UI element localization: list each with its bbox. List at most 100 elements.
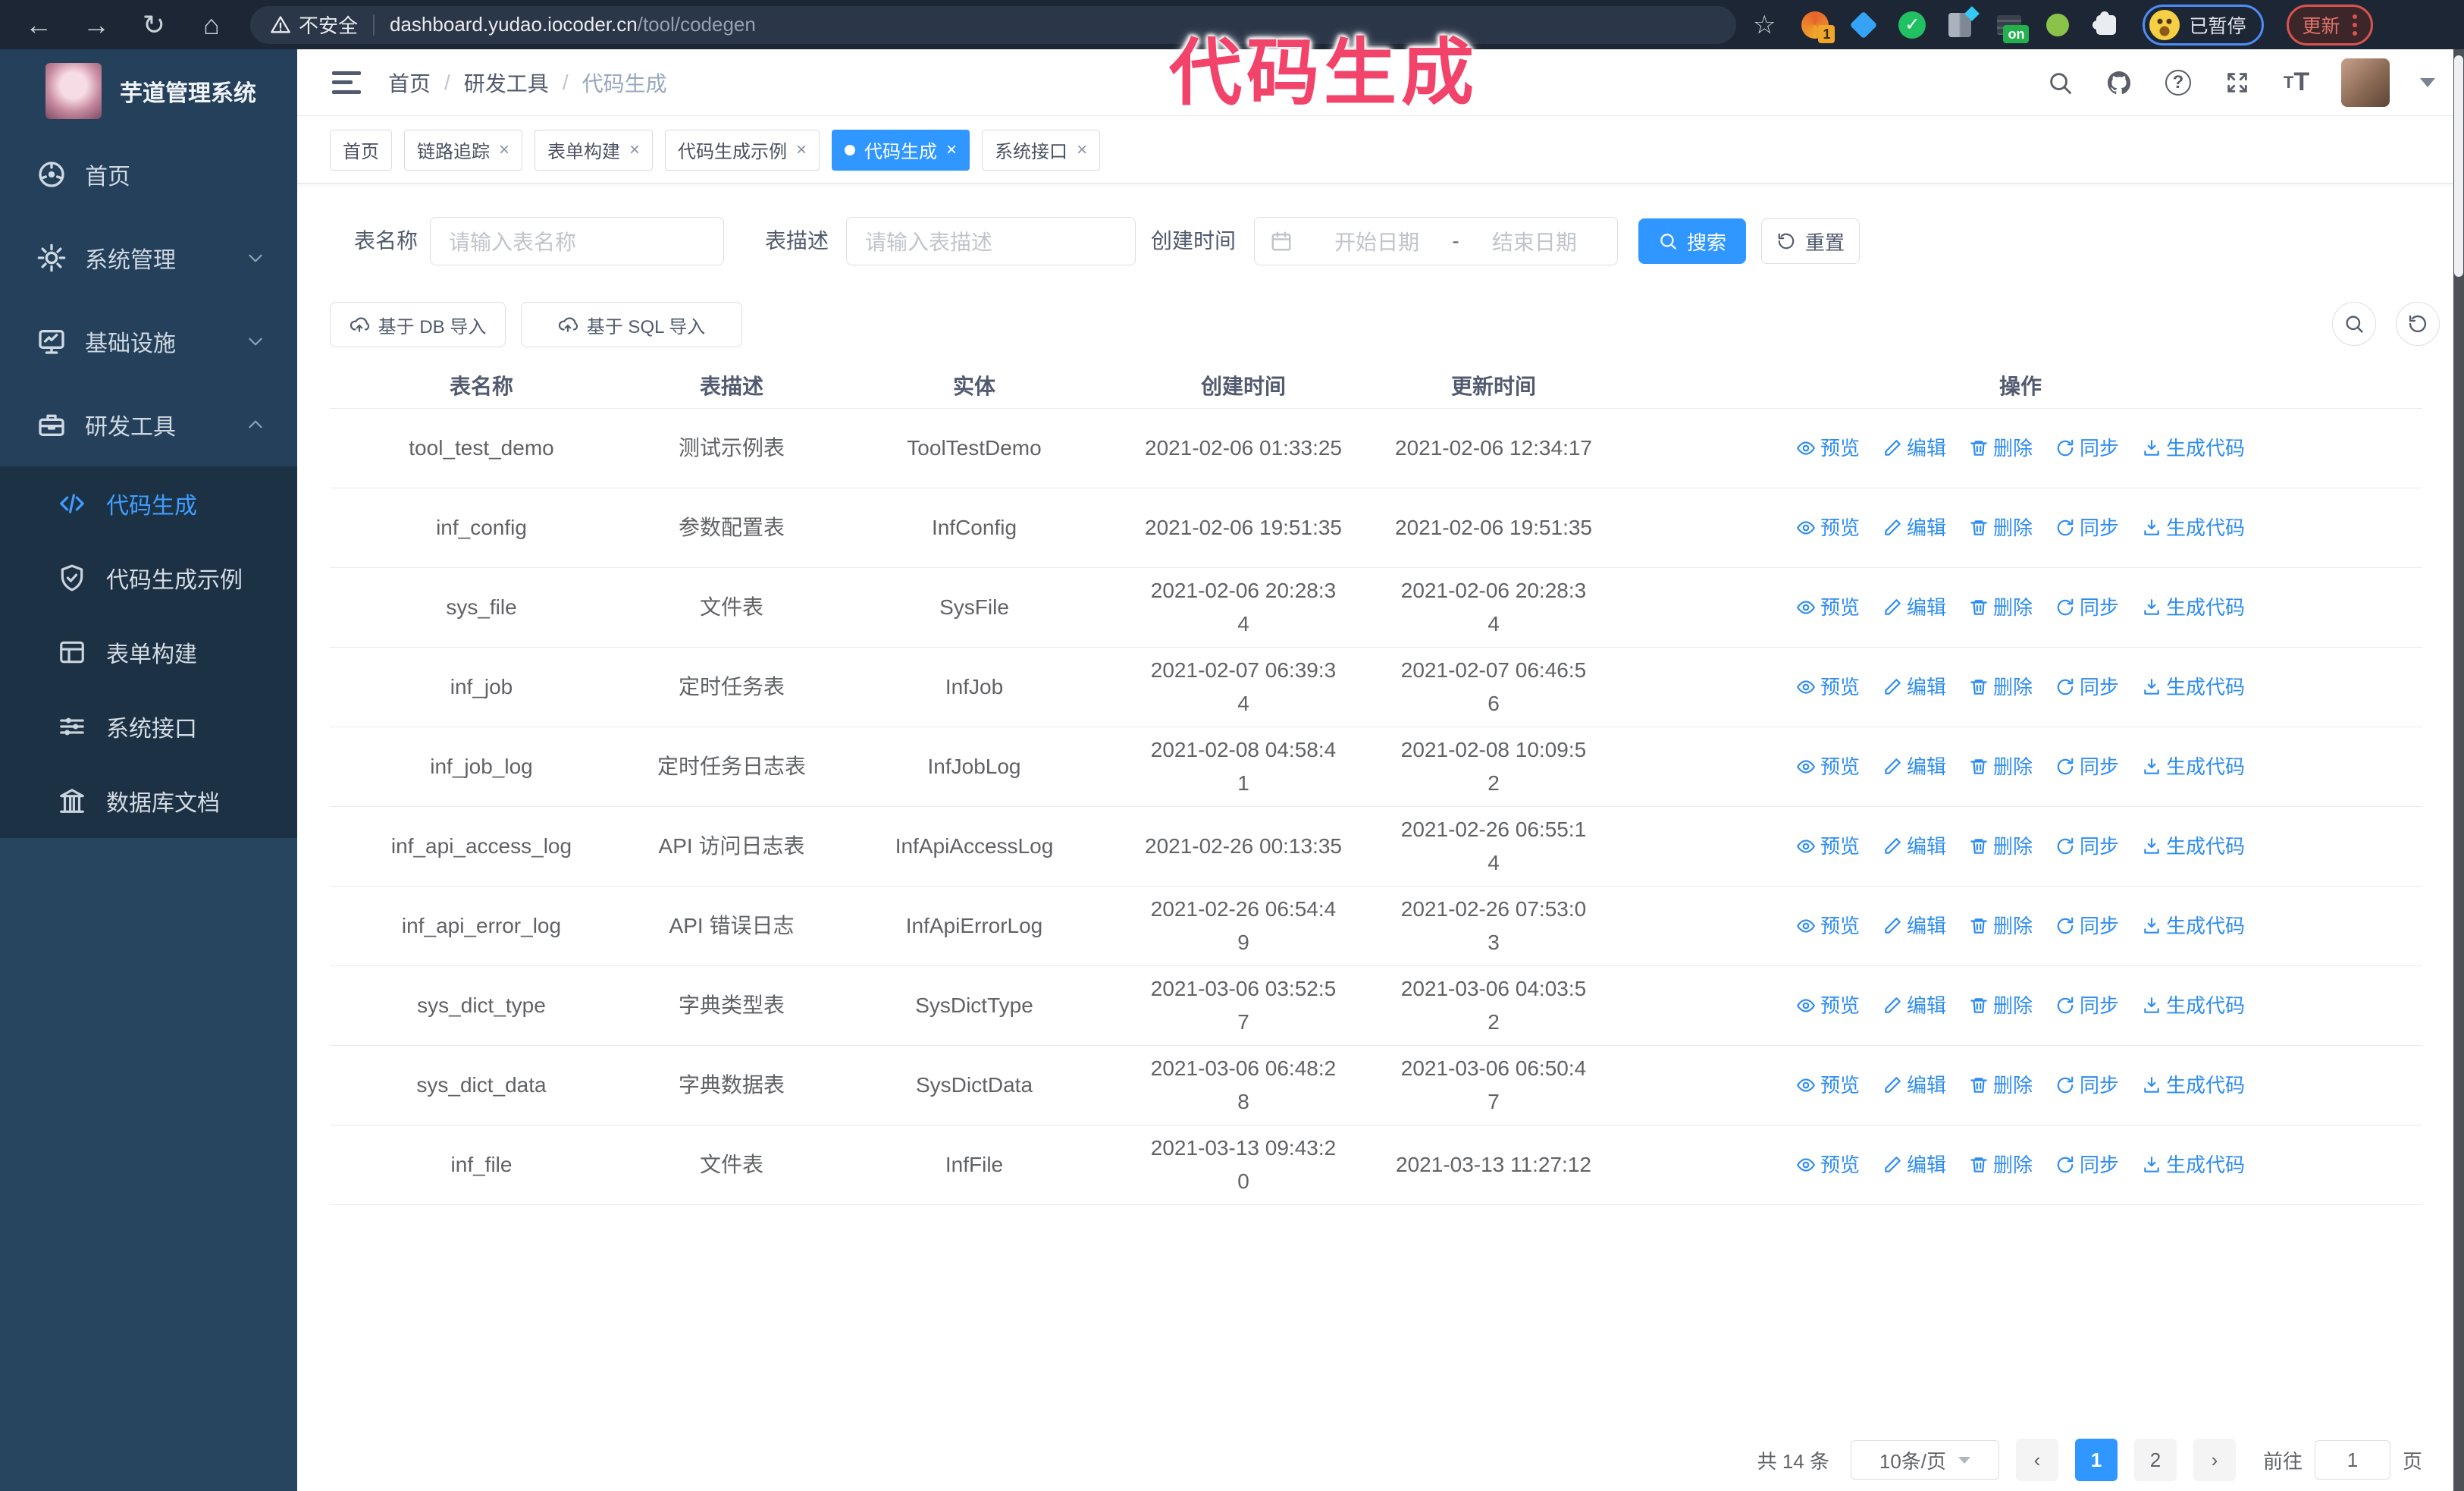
action-sync[interactable]: 同步	[2055, 511, 2119, 545]
bookmark-star-icon[interactable]: ☆	[1753, 10, 1776, 40]
forward-icon[interactable]: →	[79, 8, 114, 42]
tab-close-icon[interactable]: ×	[499, 140, 509, 161]
action-sync[interactable]: 同步	[2055, 670, 2119, 704]
action-sync[interactable]: 同步	[2055, 591, 2119, 624]
prev-page-button[interactable]: ‹	[2015, 1439, 2058, 1481]
action-edit[interactable]: 编辑	[1882, 909, 1946, 943]
search-button[interactable]: 搜索	[1638, 218, 1746, 264]
date-end-input[interactable]: 结束日期	[1467, 226, 1602, 256]
tab-代码生成[interactable]: 代码生成 ×	[832, 129, 970, 171]
show-search-toggle-button[interactable]	[2332, 302, 2376, 346]
action-delete[interactable]: 删除	[1969, 670, 2033, 704]
home-nav-icon[interactable]: ⌂	[194, 8, 229, 42]
address-bar[interactable]: 不安全 dashboard.yudao.iocoder.cn/tool/code…	[250, 5, 1736, 44]
hamburger-icon[interactable]	[332, 71, 361, 94]
avatar-caret-down-icon[interactable]	[2420, 77, 2435, 87]
table-desc-input[interactable]: 请输入表描述	[846, 217, 1136, 265]
action-delete[interactable]: 删除	[1969, 989, 2033, 1022]
action-sync[interactable]: 同步	[2055, 432, 2119, 465]
action-eye[interactable]: 预览	[1796, 1148, 1860, 1182]
refresh-table-button[interactable]	[2396, 302, 2440, 346]
action-sync[interactable]: 同步	[2055, 750, 2119, 783]
page-button-1[interactable]: 1	[2074, 1439, 2118, 1481]
extension-icon[interactable]	[1947, 5, 1980, 39]
scrollbar-thumb[interactable]	[2454, 55, 2463, 277]
action-edit[interactable]: 编辑	[1882, 511, 1946, 545]
action-edit[interactable]: 编辑	[1882, 1069, 1946, 1102]
sidebar-item-gear[interactable]: 系统管理	[0, 216, 297, 300]
tab-首页[interactable]: 首页	[330, 129, 392, 171]
sidebar-item-toolbox[interactable]: 研发工具	[0, 383, 297, 466]
action-delete[interactable]: 删除	[1969, 750, 2033, 783]
action-download[interactable]: 生成代码	[2142, 1069, 2245, 1102]
extension-icon[interactable]	[2044, 11, 2071, 39]
puzzle-extensions-icon[interactable]	[2093, 11, 2120, 39]
browser-menu-icon[interactable]	[2352, 14, 2357, 36]
action-sync[interactable]: 同步	[2055, 1069, 2119, 1102]
action-eye[interactable]: 预览	[1796, 989, 1860, 1022]
breadcrumb-item[interactable]: 研发工具	[464, 67, 549, 98]
submenu-item-shield-check[interactable]: 代码生成示例	[0, 541, 297, 615]
action-download[interactable]: 生成代码	[2142, 989, 2245, 1022]
action-edit[interactable]: 编辑	[1882, 989, 1946, 1022]
action-delete[interactable]: 删除	[1969, 591, 2033, 624]
tab-close-icon[interactable]: ×	[946, 140, 957, 161]
action-eye[interactable]: 预览	[1796, 909, 1860, 943]
sidebar-item-home[interactable]: 首页	[0, 133, 297, 216]
page-scrollbar[interactable]	[2453, 49, 2464, 1491]
action-edit[interactable]: 编辑	[1882, 432, 1946, 465]
breadcrumb-item[interactable]: 首页	[388, 67, 431, 98]
tab-表单构建[interactable]: 表单构建 ×	[534, 129, 654, 171]
action-download[interactable]: 生成代码	[2142, 1148, 2245, 1182]
action-edit[interactable]: 编辑	[1882, 1148, 1946, 1182]
font-size-icon[interactable]: TT	[2282, 67, 2311, 97]
reset-button[interactable]: 重置	[1761, 218, 1860, 264]
action-edit[interactable]: 编辑	[1882, 670, 1946, 704]
fullscreen-icon[interactable]	[2223, 68, 2252, 97]
action-sync[interactable]: 同步	[2055, 830, 2119, 863]
submenu-item-sliders[interactable]: 系统接口	[0, 689, 297, 764]
action-sync[interactable]: 同步	[2055, 909, 2119, 943]
action-eye[interactable]: 预览	[1796, 750, 1860, 783]
search-icon[interactable]	[2045, 68, 2074, 97]
tab-close-icon[interactable]: ×	[796, 140, 807, 161]
table-name-input[interactable]: 请输入表名称	[430, 217, 724, 265]
action-download[interactable]: 生成代码	[2142, 591, 2245, 624]
tab-代码生成示例[interactable]: 代码生成示例 ×	[665, 129, 820, 171]
profile-paused-badge[interactable]: 已暂停	[2143, 4, 2264, 46]
tab-系统接口[interactable]: 系统接口 ×	[982, 129, 1101, 171]
action-delete[interactable]: 删除	[1969, 1148, 2033, 1182]
extension-icon[interactable]: ✓	[1898, 11, 1926, 39]
action-download[interactable]: 生成代码	[2142, 432, 2245, 465]
back-icon[interactable]: ←	[21, 8, 56, 42]
action-sync[interactable]: 同步	[2055, 989, 2119, 1022]
action-eye[interactable]: 预览	[1796, 670, 1860, 704]
action-eye[interactable]: 预览	[1796, 511, 1860, 545]
page-size-select[interactable]: 10条/页	[1850, 1440, 1999, 1480]
action-delete[interactable]: 删除	[1969, 511, 2033, 545]
tab-链路追踪[interactable]: 链路追踪 ×	[404, 129, 523, 171]
action-download[interactable]: 生成代码	[2142, 511, 2245, 545]
tab-close-icon[interactable]: ×	[1077, 140, 1087, 161]
extension-icon[interactable]	[1850, 11, 1878, 39]
action-eye[interactable]: 预览	[1796, 1069, 1860, 1102]
action-eye[interactable]: 预览	[1796, 830, 1860, 863]
tab-close-icon[interactable]: ×	[629, 140, 640, 161]
github-icon[interactable]	[2105, 68, 2133, 97]
action-eye[interactable]: 预览	[1796, 591, 1860, 624]
security-warning[interactable]: 不安全	[270, 11, 358, 39]
sidebar-item-monitor[interactable]: 基础设施	[0, 300, 297, 383]
next-page-button[interactable]: ›	[2193, 1439, 2236, 1481]
help-icon[interactable]: ?	[2164, 68, 2193, 97]
submenu-item-database-doc[interactable]: 数据库文档	[0, 764, 297, 838]
action-delete[interactable]: 删除	[1969, 432, 2033, 465]
browser-update-button[interactable]: 更新	[2286, 4, 2373, 46]
action-eye[interactable]: 预览	[1796, 432, 1860, 465]
action-sync[interactable]: 同步	[2055, 1148, 2119, 1182]
action-download[interactable]: 生成代码	[2142, 909, 2245, 943]
date-range-picker[interactable]: 开始日期 - 结束日期	[1254, 217, 1618, 265]
action-delete[interactable]: 删除	[1969, 909, 2033, 943]
action-download[interactable]: 生成代码	[2142, 670, 2245, 704]
extension-icon[interactable]: 1	[1801, 11, 1835, 43]
action-download[interactable]: 生成代码	[2142, 830, 2245, 863]
